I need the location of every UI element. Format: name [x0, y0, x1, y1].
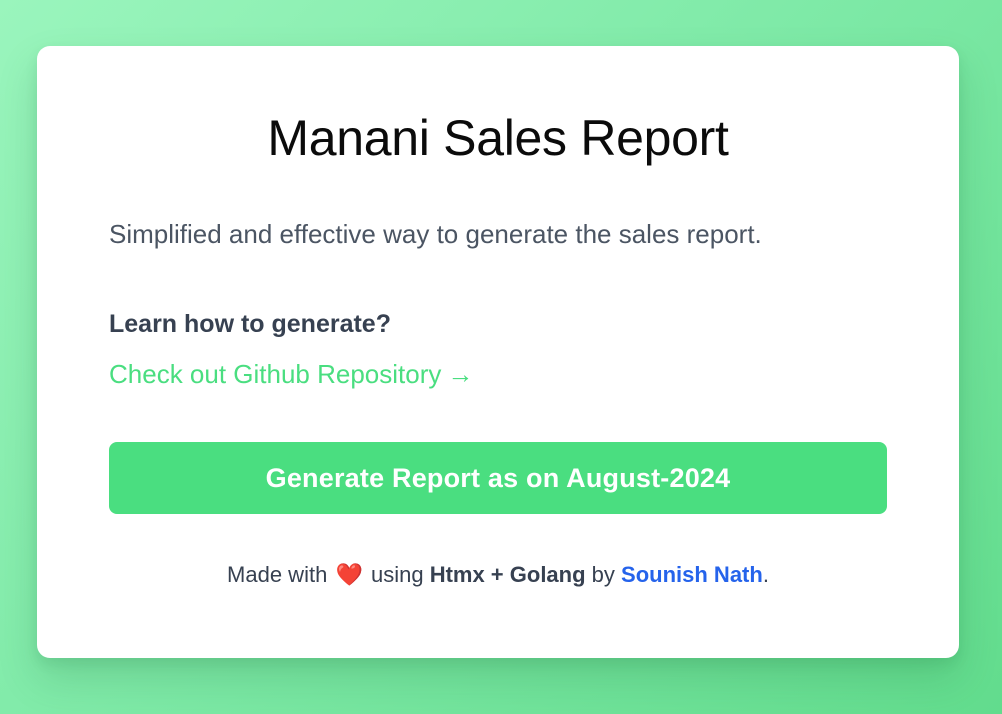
- arrow-right-icon: →: [447, 359, 474, 389]
- footer-by: by: [591, 562, 615, 587]
- report-card: Manani Sales Report Simplified and effec…: [37, 46, 959, 658]
- github-repository-link[interactable]: Check out Github Repository →: [109, 358, 473, 390]
- heart-icon: ❤️: [335, 562, 363, 587]
- footer-period: .: [762, 562, 769, 587]
- learn-heading: Learn how to generate?: [109, 310, 391, 338]
- page-subtitle: Simplified and effective way to generate…: [109, 219, 762, 249]
- author-link[interactable]: Sounish Nath: [621, 562, 763, 587]
- footer-tech-stack: Htmx + Golang: [429, 562, 586, 587]
- github-repository-link-label: Check out Github Repository: [109, 359, 442, 389]
- footer-credit: Made with ❤️ using Htmx + Golang by Soun…: [37, 560, 959, 590]
- footer-using: using: [370, 562, 424, 587]
- footer-made-with: Made with: [227, 562, 328, 587]
- generate-report-button[interactable]: Generate Report as on August-2024: [109, 442, 887, 514]
- page-title: Manani Sales Report: [267, 110, 729, 166]
